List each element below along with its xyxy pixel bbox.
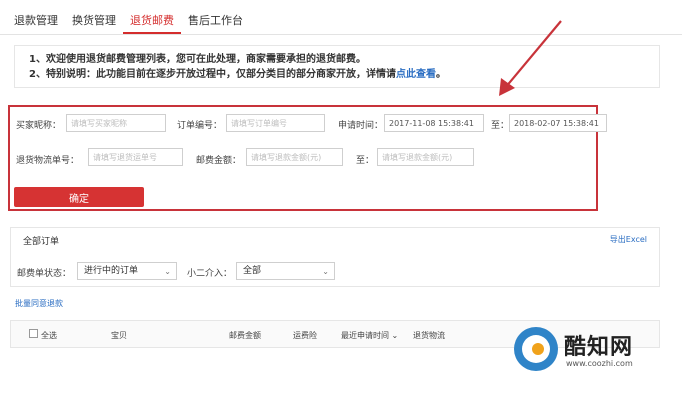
orders-title: 全部订单 [23, 237, 60, 247]
orders-panel: 全部订单 导出Excel 邮费单状态： 进行中的订单 ⌄ 小二介入： 全部 ⌄ [10, 227, 660, 287]
tab-return-postage[interactable]: 退货邮费 [123, 8, 181, 34]
xiaoer-intervene-select[interactable]: 全部 ⌄ [236, 262, 335, 280]
select-all-label: 全选 [41, 331, 57, 340]
tab-bar: 退款管理 换货管理 退货邮费 售后工作台 [14, 8, 250, 36]
xiaoer-intervene-value: 全部 [243, 266, 262, 276]
apply-time-end-input[interactable] [509, 114, 607, 132]
col-shipping-insurance: 运费险 [293, 331, 317, 340]
apply-time-label: 申请时间： [338, 121, 384, 131]
notice-line-2-suffix: 。 [435, 69, 446, 80]
buyer-nick-input[interactable] [66, 114, 166, 132]
postage-status-label: 邮费单状态： [17, 269, 72, 279]
coozhi-logo-icon [514, 327, 558, 371]
batch-agree-refund-link[interactable]: 批量同意退款 [15, 298, 63, 309]
details-link[interactable]: 点此查看 [396, 69, 436, 80]
apply-time-start-input[interactable] [384, 114, 484, 132]
export-excel-link[interactable]: 导出Excel [610, 234, 647, 245]
col-recent-apply-time-label: 最近申请时间 [341, 331, 389, 340]
col-postage-amount: 邮费金额 [229, 331, 261, 340]
order-no-label: 订单编号： [177, 121, 223, 131]
annotation-arrow-icon [499, 20, 562, 96]
col-return-logistics: 退货物流 [413, 331, 445, 340]
xiaoer-intervene-label: 小二介入： [187, 269, 233, 279]
chevron-down-icon: ⌄ [164, 267, 171, 276]
col-item: 宝贝 [111, 331, 127, 340]
buyer-nick-label: 买家昵称： [16, 121, 62, 131]
coozhi-watermark: 酷知网 www.coozhi.com [514, 325, 664, 381]
filter-panel: 买家昵称： 订单编号： 申请时间： 至： 退货物流单号： 邮费金额： 至： 确定 [8, 105, 607, 211]
notice-line-2-prefix: 2、特别说明：此功能目前在逐步开放过程中，仅部分类目的部分商家开放，详情请 [29, 69, 396, 80]
tab-aftersale-workbench[interactable]: 售后工作台 [181, 8, 250, 34]
postage-status-value: 进行中的订单 [84, 266, 139, 276]
tab-exchange-management[interactable]: 换货管理 [65, 8, 123, 34]
watermark-name: 酷知网 [564, 335, 634, 360]
tab-divider [0, 34, 682, 35]
logistics-no-input[interactable] [88, 148, 183, 166]
tab-refund-management[interactable]: 退款管理 [14, 8, 65, 34]
postage-max-input[interactable] [377, 148, 474, 166]
select-all-checkbox[interactable] [29, 329, 38, 338]
confirm-button[interactable]: 确定 [14, 187, 144, 207]
watermark-url: www.coozhi.com [566, 359, 633, 368]
chevron-down-icon: ⌄ [389, 331, 399, 340]
postage-status-select[interactable]: 进行中的订单 ⌄ [77, 262, 177, 280]
logistics-no-label: 退货物流单号： [16, 156, 80, 166]
postage-amount-label: 邮费金额： [196, 156, 242, 166]
postage-min-input[interactable] [246, 148, 343, 166]
chevron-down-icon: ⌄ [322, 267, 329, 276]
order-no-input[interactable] [226, 114, 325, 132]
to-label-postage: 至： [356, 156, 375, 166]
to-label-time: 至： [491, 121, 510, 131]
col-recent-apply-time[interactable]: 最近申请时间 ⌄ [341, 330, 398, 341]
